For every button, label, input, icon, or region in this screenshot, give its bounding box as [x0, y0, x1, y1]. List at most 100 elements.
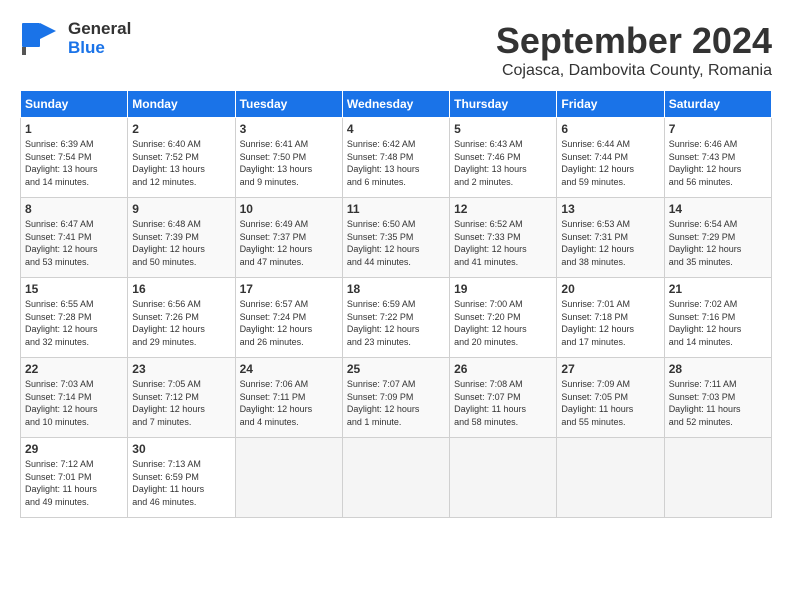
day-number: 20: [561, 282, 659, 296]
day-info: Sunrise: 7:03 AM Sunset: 7:14 PM Dayligh…: [25, 378, 123, 428]
calendar-week-row: 29Sunrise: 7:12 AM Sunset: 7:01 PM Dayli…: [21, 438, 772, 518]
calendar-cell: 15 Sunrise: 6:55 AM Sunset: 7:28 PM Dayli…: [21, 278, 128, 358]
logo-icon: [20, 21, 64, 57]
day-info: Sunrise: 6:55 AM Sunset: 7:28 PM Dayligh…: [25, 298, 123, 348]
day-number: 12: [454, 202, 552, 216]
calendar-cell: 29Sunrise: 7:12 AM Sunset: 7:01 PM Dayli…: [21, 438, 128, 518]
day-info: Sunrise: 6:49 AM Sunset: 7:37 PM Dayligh…: [240, 218, 338, 268]
calendar-cell: 16Sunrise: 6:56 AM Sunset: 7:26 PM Dayli…: [128, 278, 235, 358]
calendar-header-row: SundayMondayTuesdayWednesdayThursdayFrid…: [21, 91, 772, 118]
calendar-week-row: 15 Sunrise: 6:55 AM Sunset: 7:28 PM Dayli…: [21, 278, 772, 358]
calendar-cell: 2 Sunrise: 6:40 AM Sunset: 7:52 PM Daylig…: [128, 118, 235, 198]
day-info: Sunrise: 6:57 AM Sunset: 7:24 PM Dayligh…: [240, 298, 338, 348]
header: General Blue September 2024 Cojasca, Dam…: [20, 20, 772, 80]
logo-blue: Blue: [68, 39, 131, 58]
day-info: Sunrise: 7:13 AM Sunset: 6:59 PM Dayligh…: [132, 458, 230, 508]
day-info: Sunrise: 6:40 AM Sunset: 7:52 PM Dayligh…: [132, 138, 230, 188]
calendar-cell: 9Sunrise: 6:48 AM Sunset: 7:39 PM Daylig…: [128, 198, 235, 278]
day-header-saturday: Saturday: [664, 91, 771, 118]
day-info: Sunrise: 7:05 AM Sunset: 7:12 PM Dayligh…: [132, 378, 230, 428]
calendar-cell: 30 Sunrise: 7:13 AM Sunset: 6:59 PM Dayli…: [128, 438, 235, 518]
calendar-week-row: 1 Sunrise: 6:39 AM Sunset: 7:54 PM Daylig…: [21, 118, 772, 198]
day-info: Sunrise: 7:00 AM Sunset: 7:20 PM Dayligh…: [454, 298, 552, 348]
logo-general: General: [68, 20, 131, 39]
day-number: 26: [454, 362, 552, 376]
calendar-cell: 13 Sunrise: 6:53 AM Sunset: 7:31 PM Dayli…: [557, 198, 664, 278]
day-number: 19: [454, 282, 552, 296]
day-info: Sunrise: 7:01 AM Sunset: 7:18 PM Dayligh…: [561, 298, 659, 348]
calendar-cell: 11 Sunrise: 6:50 AM Sunset: 7:35 PM Dayli…: [342, 198, 449, 278]
day-number: 10: [240, 202, 338, 216]
day-info: Sunrise: 6:53 AM Sunset: 7:31 PM Dayligh…: [561, 218, 659, 268]
calendar-cell: 27 Sunrise: 7:09 AM Sunset: 7:05 PM Dayli…: [557, 358, 664, 438]
location-title: Cojasca, Dambovita County, Romania: [496, 62, 772, 80]
day-number: 13: [561, 202, 659, 216]
day-number: 30: [132, 442, 230, 456]
day-info: Sunrise: 7:12 AM Sunset: 7:01 PM Dayligh…: [25, 458, 123, 508]
day-number: 21: [669, 282, 767, 296]
calendar-cell: 18 Sunrise: 6:59 AM Sunset: 7:22 PM Dayli…: [342, 278, 449, 358]
day-number: 27: [561, 362, 659, 376]
calendar-cell: 10 Sunrise: 6:49 AM Sunset: 7:37 PM Dayli…: [235, 198, 342, 278]
day-info: Sunrise: 6:50 AM Sunset: 7:35 PM Dayligh…: [347, 218, 445, 268]
calendar-cell: 3 Sunrise: 6:41 AM Sunset: 7:50 PM Daylig…: [235, 118, 342, 198]
day-number: 9: [132, 202, 230, 216]
calendar-cell: 4Sunrise: 6:42 AM Sunset: 7:48 PM Daylig…: [342, 118, 449, 198]
calendar-cell: 26 Sunrise: 7:08 AM Sunset: 7:07 PM Dayli…: [450, 358, 557, 438]
day-number: 15: [25, 282, 123, 296]
day-header-monday: Monday: [128, 91, 235, 118]
day-number: 2: [132, 122, 230, 136]
day-header-tuesday: Tuesday: [235, 91, 342, 118]
calendar-table: SundayMondayTuesdayWednesdayThursdayFrid…: [20, 90, 772, 518]
calendar-cell: [450, 438, 557, 518]
calendar-cell: 19 Sunrise: 7:00 AM Sunset: 7:20 PM Dayli…: [450, 278, 557, 358]
day-number: 6: [561, 122, 659, 136]
day-number: 25: [347, 362, 445, 376]
calendar-cell: 22Sunrise: 7:03 AM Sunset: 7:14 PM Dayli…: [21, 358, 128, 438]
day-info: Sunrise: 6:59 AM Sunset: 7:22 PM Dayligh…: [347, 298, 445, 348]
day-info: Sunrise: 6:43 AM Sunset: 7:46 PM Dayligh…: [454, 138, 552, 188]
day-info: Sunrise: 6:46 AM Sunset: 7:43 PM Dayligh…: [669, 138, 767, 188]
day-info: Sunrise: 6:56 AM Sunset: 7:26 PM Dayligh…: [132, 298, 230, 348]
day-number: 1: [25, 122, 123, 136]
calendar-week-row: 8Sunrise: 6:47 AM Sunset: 7:41 PM Daylig…: [21, 198, 772, 278]
day-info: Sunrise: 6:52 AM Sunset: 7:33 PM Dayligh…: [454, 218, 552, 268]
day-info: Sunrise: 6:39 AM Sunset: 7:54 PM Dayligh…: [25, 138, 123, 188]
day-header-sunday: Sunday: [21, 91, 128, 118]
day-info: Sunrise: 7:09 AM Sunset: 7:05 PM Dayligh…: [561, 378, 659, 428]
calendar-cell: 5 Sunrise: 6:43 AM Sunset: 7:46 PM Daylig…: [450, 118, 557, 198]
calendar-cell: 1 Sunrise: 6:39 AM Sunset: 7:54 PM Daylig…: [21, 118, 128, 198]
day-number: 18: [347, 282, 445, 296]
calendar-cell: 14Sunrise: 6:54 AM Sunset: 7:29 PM Dayli…: [664, 198, 771, 278]
calendar-cell: 24 Sunrise: 7:06 AM Sunset: 7:11 PM Dayli…: [235, 358, 342, 438]
calendar-cell: 8Sunrise: 6:47 AM Sunset: 7:41 PM Daylig…: [21, 198, 128, 278]
day-number: 5: [454, 122, 552, 136]
calendar-cell: 12 Sunrise: 6:52 AM Sunset: 7:33 PM Dayli…: [450, 198, 557, 278]
day-number: 23: [132, 362, 230, 376]
month-title: September 2024: [496, 20, 772, 62]
calendar-week-row: 22Sunrise: 7:03 AM Sunset: 7:14 PM Dayli…: [21, 358, 772, 438]
day-header-wednesday: Wednesday: [342, 91, 449, 118]
day-header-thursday: Thursday: [450, 91, 557, 118]
calendar-cell: 25 Sunrise: 7:07 AM Sunset: 7:09 PM Dayli…: [342, 358, 449, 438]
day-number: 17: [240, 282, 338, 296]
calendar-cell: 17 Sunrise: 6:57 AM Sunset: 7:24 PM Dayli…: [235, 278, 342, 358]
day-header-friday: Friday: [557, 91, 664, 118]
day-info: Sunrise: 7:08 AM Sunset: 7:07 PM Dayligh…: [454, 378, 552, 428]
day-number: 11: [347, 202, 445, 216]
calendar-cell: 7 Sunrise: 6:46 AM Sunset: 7:43 PM Daylig…: [664, 118, 771, 198]
title-area: September 2024 Cojasca, Dambovita County…: [496, 20, 772, 80]
calendar-cell: [235, 438, 342, 518]
day-info: Sunrise: 6:41 AM Sunset: 7:50 PM Dayligh…: [240, 138, 338, 188]
day-info: Sunrise: 6:47 AM Sunset: 7:41 PM Dayligh…: [25, 218, 123, 268]
day-info: Sunrise: 6:44 AM Sunset: 7:44 PM Dayligh…: [561, 138, 659, 188]
day-info: Sunrise: 7:07 AM Sunset: 7:09 PM Dayligh…: [347, 378, 445, 428]
calendar-cell: [664, 438, 771, 518]
day-info: Sunrise: 6:54 AM Sunset: 7:29 PM Dayligh…: [669, 218, 767, 268]
day-info: Sunrise: 6:42 AM Sunset: 7:48 PM Dayligh…: [347, 138, 445, 188]
day-info: Sunrise: 7:06 AM Sunset: 7:11 PM Dayligh…: [240, 378, 338, 428]
logo-text: General Blue: [68, 20, 131, 57]
day-number: 24: [240, 362, 338, 376]
day-number: 3: [240, 122, 338, 136]
day-number: 7: [669, 122, 767, 136]
